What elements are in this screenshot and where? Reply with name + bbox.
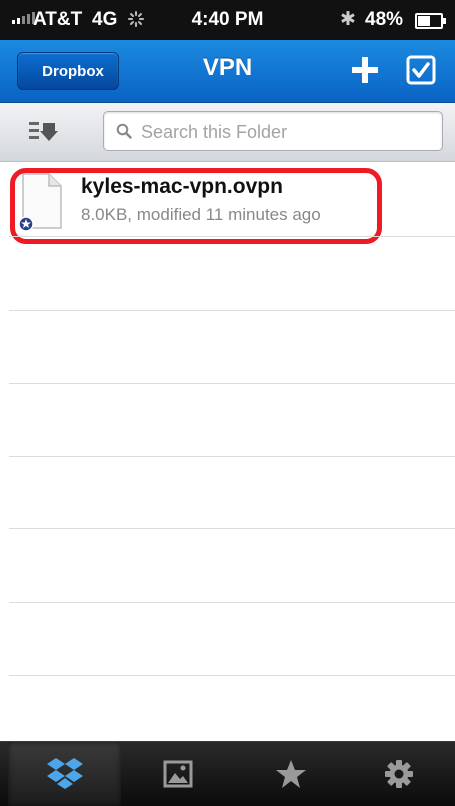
navigation-bar: Dropbox VPN [0, 40, 455, 103]
select-checkbox-icon[interactable] [404, 53, 438, 87]
row-divider [9, 383, 455, 384]
row-divider [9, 236, 455, 237]
battery-icon [415, 13, 446, 29]
settings-gear-icon [384, 760, 413, 788]
battery-percent: 48% [365, 9, 404, 30]
row-divider [9, 528, 455, 529]
photos-icon [163, 760, 192, 788]
search-field[interactable] [103, 111, 443, 152]
list-item[interactable]: kyles-mac-vpn.ovpn 8.0KB, modified 11 mi… [0, 162, 455, 236]
favorites-star-icon [275, 760, 306, 788]
star-badge-icon [18, 216, 34, 232]
row-divider [9, 675, 455, 676]
tab-settings[interactable] [342, 742, 455, 806]
row-divider [9, 456, 455, 457]
tab-favorites[interactable] [234, 742, 347, 806]
row-divider [9, 310, 455, 311]
tab-photos[interactable] [121, 742, 234, 806]
search-icon [116, 123, 132, 139]
add-icon[interactable] [347, 52, 383, 88]
tab-dropbox[interactable] [8, 742, 121, 806]
file-name: kyles-mac-vpn.ovpn [81, 175, 283, 198]
search-toolbar [0, 103, 455, 162]
tab-bar [0, 741, 455, 806]
row-divider [9, 602, 455, 603]
bluetooth-icon: ✱ [340, 9, 356, 30]
status-bar: AT&T 4G 4:40 PM ✱ 48% [0, 0, 455, 40]
dropbox-icon [46, 758, 83, 789]
file-list: kyles-mac-vpn.ovpn 8.0KB, modified 11 mi… [0, 162, 455, 740]
search-input[interactable] [139, 112, 433, 152]
file-details: 8.0KB, modified 11 minutes ago [81, 205, 321, 224]
sort-icon[interactable] [28, 119, 58, 143]
page-title: VPN [202, 54, 253, 81]
document-icon [18, 173, 62, 232]
